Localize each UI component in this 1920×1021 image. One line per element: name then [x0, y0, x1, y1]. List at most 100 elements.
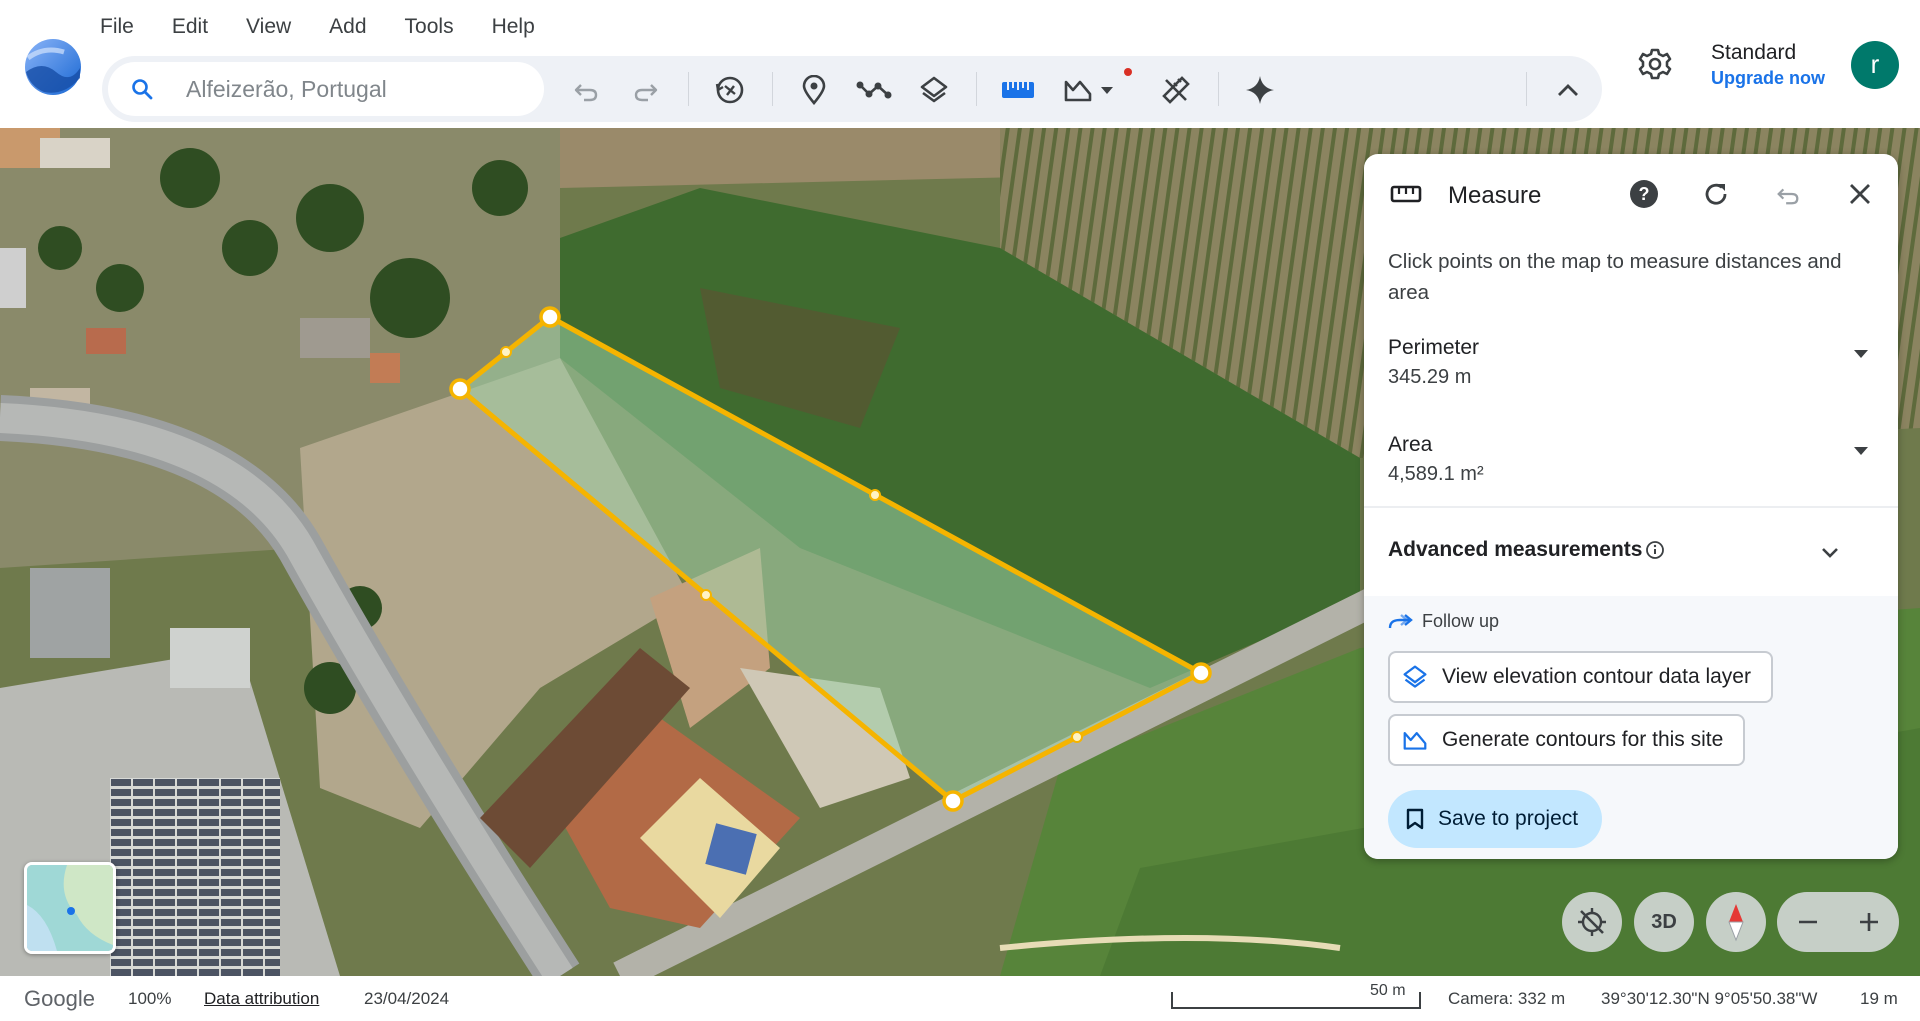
polygon-midpoint[interactable] — [500, 346, 512, 358]
toggle-3d-button[interactable]: 3D — [1634, 892, 1694, 952]
perimeter-value: 345.29 m — [1388, 366, 1472, 388]
polygon-midpoint[interactable] — [869, 489, 881, 501]
menu-add[interactable]: Add — [310, 14, 385, 40]
area-value: 4,589.1 m² — [1388, 463, 1484, 485]
polygon-midpoint[interactable] — [700, 589, 712, 601]
generate-contours-label: Generate contours for this site — [1442, 728, 1724, 751]
location-off-icon — [1578, 908, 1606, 936]
undo-point-button[interactable] — [1770, 176, 1806, 212]
historical-imagery-icon — [715, 76, 744, 104]
camera-altitude: Camera: 332 m — [1448, 989, 1566, 1008]
elevation-icon — [1403, 732, 1427, 750]
path-icon — [856, 81, 892, 99]
refresh-icon — [1705, 183, 1727, 205]
area-unit-dropdown[interactable] — [1854, 447, 1868, 455]
reset-button[interactable] — [1698, 176, 1734, 212]
toolbar-divider — [1218, 72, 1219, 106]
menu-help[interactable]: Help — [473, 14, 554, 40]
perimeter-label: Perimeter — [1388, 336, 1480, 359]
polygon-midpoint[interactable] — [1071, 731, 1083, 743]
data-attribution-link[interactable]: Data attribution — [204, 989, 319, 1009]
chevron-down-icon[interactable] — [1818, 540, 1842, 564]
google-earth-logo[interactable] — [24, 38, 82, 96]
help-icon: ? — [1630, 180, 1658, 208]
measure-instructions: Click points on the map to measure dista… — [1388, 250, 1842, 304]
app-header: File Edit View Add Tools Help Alfeizerão… — [0, 0, 1920, 128]
close-icon — [1850, 184, 1870, 204]
polygon-vertex[interactable] — [942, 790, 964, 812]
polygon-vertex[interactable] — [1190, 662, 1212, 684]
redo-button[interactable] — [628, 72, 664, 108]
placemark-icon — [802, 75, 826, 105]
search-box — [108, 62, 544, 116]
menu-file[interactable]: File — [100, 14, 153, 40]
measure-tools-button[interactable] — [1158, 72, 1194, 108]
avatar[interactable]: r — [1851, 41, 1899, 89]
zoom-controls — [1777, 892, 1899, 952]
measured-area[interactable] — [457, 314, 1204, 804]
compass-button[interactable] — [1706, 892, 1766, 952]
elevation-icon — [1064, 80, 1092, 102]
search-icon[interactable] — [130, 77, 154, 101]
info-icon[interactable] — [1645, 540, 1665, 560]
zoom-in-button[interactable] — [1838, 892, 1899, 952]
advanced-measurements-label[interactable]: Advanced measurements — [1388, 538, 1642, 562]
help-button[interactable]: ? — [1626, 176, 1662, 212]
measure-panel-icon — [1388, 176, 1424, 212]
track-location-button[interactable] — [1562, 892, 1622, 952]
sparkle-icon — [1246, 76, 1274, 104]
chevron-up-icon — [1558, 84, 1578, 96]
minus-icon — [1798, 920, 1817, 924]
plus-icon — [1859, 913, 1878, 931]
perimeter-unit-dropdown[interactable] — [1854, 350, 1868, 358]
upgrade-link[interactable]: Upgrade now — [1711, 66, 1825, 90]
historical-imagery-button[interactable] — [712, 72, 748, 108]
zoom-level: 100% — [128, 989, 172, 1008]
collapse-toolbar-button[interactable] — [1550, 72, 1586, 108]
toolbar-divider — [688, 72, 689, 106]
undo-button[interactable] — [568, 72, 604, 108]
save-to-project-label: Save to project — [1438, 807, 1579, 830]
measure-tools-icon — [1162, 76, 1190, 104]
search-input[interactable] — [186, 72, 526, 106]
close-button[interactable] — [1842, 176, 1878, 212]
generate-contours-button[interactable]: Generate contours for this site — [1388, 714, 1746, 766]
measure-button[interactable] — [1000, 72, 1036, 108]
minimap-image — [27, 865, 113, 951]
undo-icon — [574, 84, 598, 102]
area-row[interactable]: Area 4,589.1 m² — [1388, 431, 1868, 489]
follow-up-label: Follow up — [1422, 611, 1500, 631]
perimeter-row[interactable]: Perimeter 345.29 m — [1388, 334, 1868, 392]
gear-icon — [1638, 48, 1672, 80]
menu-bar: File Edit View Add Tools Help — [100, 14, 554, 40]
view-elevation-contour-button[interactable]: View elevation contour data layer — [1388, 651, 1773, 703]
ruler-icon — [1390, 185, 1422, 203]
main-toolbar — [102, 56, 1602, 122]
settings-button[interactable] — [1638, 47, 1672, 86]
svg-text:?: ? — [1639, 184, 1650, 204]
menu-view[interactable]: View — [227, 14, 310, 40]
menu-tools[interactable]: Tools — [386, 14, 473, 40]
layers-button[interactable] — [916, 72, 952, 108]
chevron-down-icon[interactable] — [1100, 86, 1114, 96]
toolbar-divider — [976, 72, 977, 106]
polygon-vertex[interactable] — [449, 378, 471, 400]
status-bar: Google 100% Data attribution 23/04/2024 … — [0, 976, 1920, 1021]
save-to-project-button[interactable]: Save to project — [1388, 790, 1603, 848]
undo-icon — [1777, 188, 1799, 205]
area-label: Area — [1388, 433, 1433, 456]
draw-path-button[interactable] — [856, 72, 892, 108]
add-placemark-button[interactable] — [796, 72, 832, 108]
minimap[interactable] — [24, 862, 116, 954]
plan-name: Standard — [1711, 41, 1797, 64]
scale-label: 50 m — [1370, 982, 1406, 999]
zoom-out-button[interactable] — [1777, 892, 1838, 952]
notification-dot — [1124, 68, 1132, 76]
gemini-button[interactable] — [1242, 72, 1278, 108]
menu-edit[interactable]: Edit — [153, 14, 227, 40]
cursor-elevation: 19 m — [1860, 989, 1898, 1008]
ruler-icon — [1002, 82, 1034, 98]
polygon-vertex[interactable] — [539, 306, 561, 328]
follow-up-header: Follow up — [1388, 611, 1499, 632]
elevation-button[interactable] — [1060, 72, 1096, 108]
